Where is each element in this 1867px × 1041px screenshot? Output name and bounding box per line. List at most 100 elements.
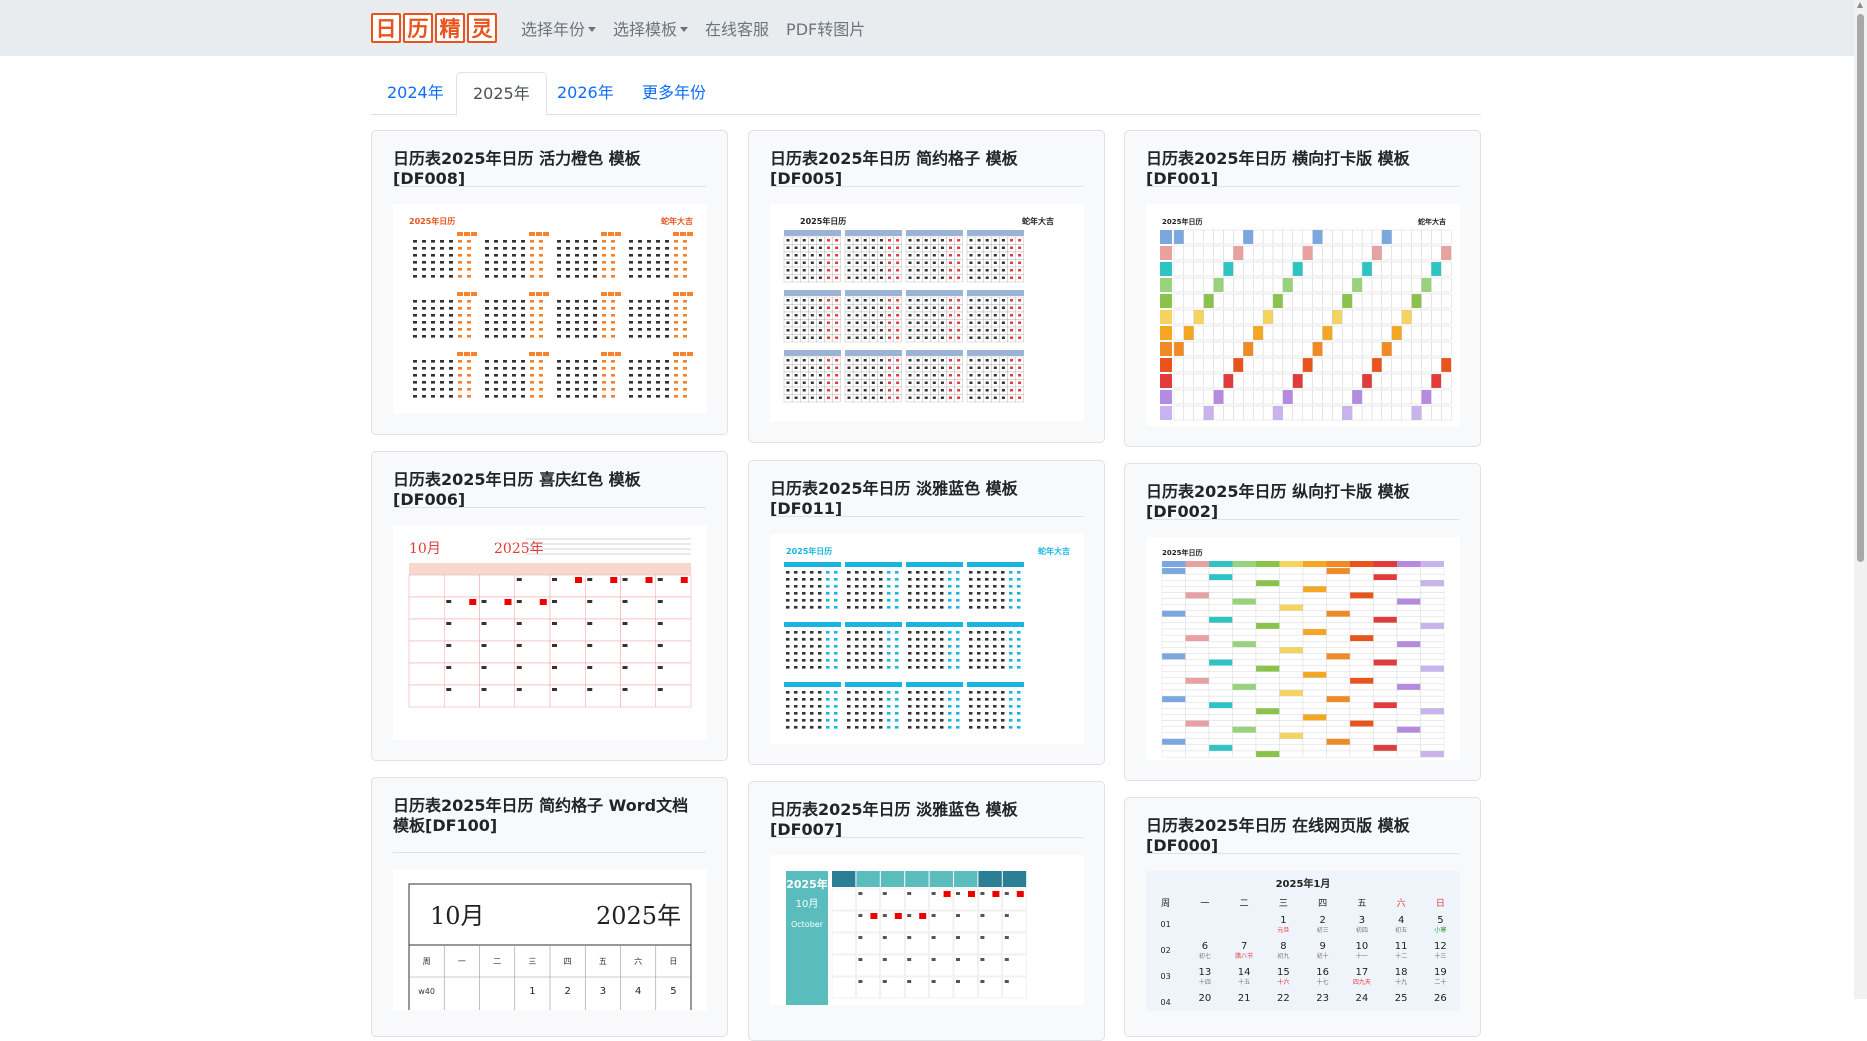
grid-cell <box>1223 261 1234 277</box>
day-mark <box>882 914 887 917</box>
grid-cell <box>1396 647 1421 654</box>
day-mark <box>847 578 851 581</box>
day-mark <box>629 268 633 271</box>
template-preview-image[interactable]: 2025年 10月 October <box>770 855 1084 1005</box>
grid-cell <box>1421 325 1432 341</box>
pdf-to-image-link[interactable]: PDF转图片 <box>786 16 865 40</box>
grid-cell <box>1326 714 1351 721</box>
template-preview-image[interactable]: 2025年日历 蛇年大吉 <box>1146 204 1460 426</box>
template-preview-image[interactable]: 2025年日历 蛇年大吉 <box>393 204 707 414</box>
tab-2025[interactable]: 2025年 <box>456 72 547 116</box>
card-title[interactable]: 日历表2025年日历 淡雅蓝色 模板[DF007] <box>770 800 1083 840</box>
grid-cell <box>1391 261 1402 277</box>
template-card-df011[interactable]: 日历表2025年日历 淡雅蓝色 模板[DF011] 2025年日历 蛇年大吉 <box>748 460 1105 765</box>
page-scrollbar[interactable] <box>1854 0 1867 999</box>
day-mark <box>896 314 900 317</box>
card-title[interactable]: 日历表2025年日历 简约格子 模板[DF005] <box>770 149 1083 189</box>
template-card-df000[interactable]: 日历表2025年日历 在线网页版 模板[DF000] 2025年1月 周一二三四… <box>1124 797 1481 1037</box>
day-mark <box>440 395 444 398</box>
card-title[interactable]: 日历表2025年日历 纵向打卡版 模板[DF002] <box>1146 482 1459 522</box>
grid-cell <box>1322 293 1333 309</box>
day-mark <box>957 396 961 399</box>
select-template-dropdown[interactable]: 选择模板 <box>613 16 689 40</box>
template-preview-image[interactable]: 2025年日历 蛇年大吉 <box>770 204 1084 422</box>
day-mark <box>485 367 489 370</box>
month-column-header <box>1303 561 1327 567</box>
brand-logo[interactable]: 日 历 精 灵 <box>371 13 497 43</box>
card-title[interactable]: 日历表2025年日历 在线网页版 模板[DF000] <box>1146 816 1459 856</box>
day-mark <box>888 306 891 309</box>
grid-cell <box>1255 604 1280 611</box>
card-title[interactable]: 日历表2025年日历 横向打卡版 模板[DF001] <box>1146 149 1459 189</box>
tab-more-years[interactable]: 更多年份 <box>626 72 722 115</box>
grid-cell <box>1373 695 1398 703</box>
grid-cell <box>1326 628 1351 636</box>
day-mark <box>818 314 822 317</box>
template-card-df006[interactable]: 日历表2025年日历 喜庆红色 模板[DF006] 10月 2025年 <box>371 451 728 761</box>
template-card-df007[interactable]: 日历表2025年日历 淡雅蓝色 模板[DF007] 2025年 10月 Octo… <box>748 781 1105 1041</box>
day-mark <box>485 247 489 250</box>
day-mark <box>863 254 867 257</box>
day-mark <box>566 314 570 317</box>
template-card-df005[interactable]: 日历表2025年日历 简约格子 模板[DF005] 2025年日历 蛇年大吉 <box>748 130 1105 443</box>
day-mark <box>916 631 920 634</box>
grid-cell <box>1420 604 1445 611</box>
day-mark <box>977 321 981 324</box>
grid-cell <box>1279 683 1304 691</box>
day-mark <box>871 599 875 602</box>
day-mark <box>566 240 570 243</box>
day-mark <box>794 261 798 264</box>
day-mark <box>593 247 597 250</box>
card-title[interactable]: 日历表2025年日历 简约格子 Word文档 模板[DF100] <box>393 796 706 836</box>
template-card-df100[interactable]: 日历表2025年日历 简约格子 Word文档 模板[DF100] 10月 202… <box>371 777 728 1037</box>
day-mark <box>985 269 989 272</box>
scrollbar-thumb[interactable] <box>1857 14 1864 562</box>
day-mark <box>969 571 973 574</box>
day-mark <box>593 395 597 398</box>
day-mark <box>1009 691 1013 694</box>
day-mark <box>908 631 912 634</box>
template-preview-image[interactable]: 2025年1月 周一二三四五六日 01 1 2 3 4 5 元旦 初三 初四 初五 小寒 02 6 7 8 9 1… <box>1146 871 1460 1011</box>
day-mark <box>629 374 633 377</box>
day-mark <box>985 638 989 641</box>
template-card-df001[interactable]: 日历表2025年日历 横向打卡版 模板[DF001] 2025年日历 蛇年大吉 <box>1124 130 1481 447</box>
day-mark <box>638 321 642 324</box>
day-mark <box>422 314 426 317</box>
day-mark <box>871 659 875 662</box>
lunar-note: 十七 <box>1317 978 1329 986</box>
scroll-up-arrow-icon[interactable] <box>1857 2 1863 8</box>
template-preview-image[interactable]: 10月 2025年 周一二三四五六日 w40 1 2 3 4 5 <box>393 870 707 1010</box>
day-mark <box>948 659 952 662</box>
day-mark <box>879 396 883 399</box>
day-mark <box>977 719 981 722</box>
day-mark <box>629 335 633 338</box>
grid-cell <box>1279 598 1304 605</box>
day-mark <box>932 666 936 669</box>
grid-cell <box>1253 373 1264 389</box>
grid-cell <box>1396 598 1421 605</box>
grid-cell <box>1322 229 1333 245</box>
tab-2024[interactable]: 2024年 <box>371 72 460 115</box>
grid-cell <box>1302 689 1327 697</box>
tab-2026[interactable]: 2026年 <box>541 72 630 115</box>
template-card-df002[interactable]: 日历表2025年日历 纵向打卡版 模板[DF002] 2025年日历 <box>1124 463 1481 781</box>
grid-cell <box>1312 293 1323 309</box>
grid-cell <box>1279 580 1304 587</box>
template-preview-image[interactable]: 10月 2025年 <box>393 525 707 740</box>
select-year-dropdown[interactable]: 选择年份 <box>521 16 597 40</box>
day-mark <box>847 606 851 609</box>
card-title[interactable]: 日历表2025年日历 喜庆红色 模板[DF006] <box>393 470 706 510</box>
template-preview-image[interactable]: 2025年日历 <box>1146 537 1460 760</box>
day-mark <box>638 261 642 264</box>
grid-cell <box>1396 744 1421 752</box>
card-title[interactable]: 日历表2025年日历 淡雅蓝色 模板[DF011] <box>770 479 1083 519</box>
online-service-link[interactable]: 在线客服 <box>705 16 769 40</box>
day-mark <box>485 268 489 271</box>
day-mark <box>863 269 867 272</box>
grid-cell <box>1279 634 1304 642</box>
card-title[interactable]: 日历表2025年日历 活力橙色 模板[DF008] <box>393 149 706 189</box>
template-card-df008[interactable]: 日历表2025年日历 活力橙色 模板[DF008] 2025年日历 蛇年大吉 <box>371 130 728 435</box>
template-preview-image[interactable]: 2025年日历 蛇年大吉 <box>770 534 1084 744</box>
grid-cell <box>1185 586 1210 593</box>
grid-cell <box>1302 586 1327 593</box>
